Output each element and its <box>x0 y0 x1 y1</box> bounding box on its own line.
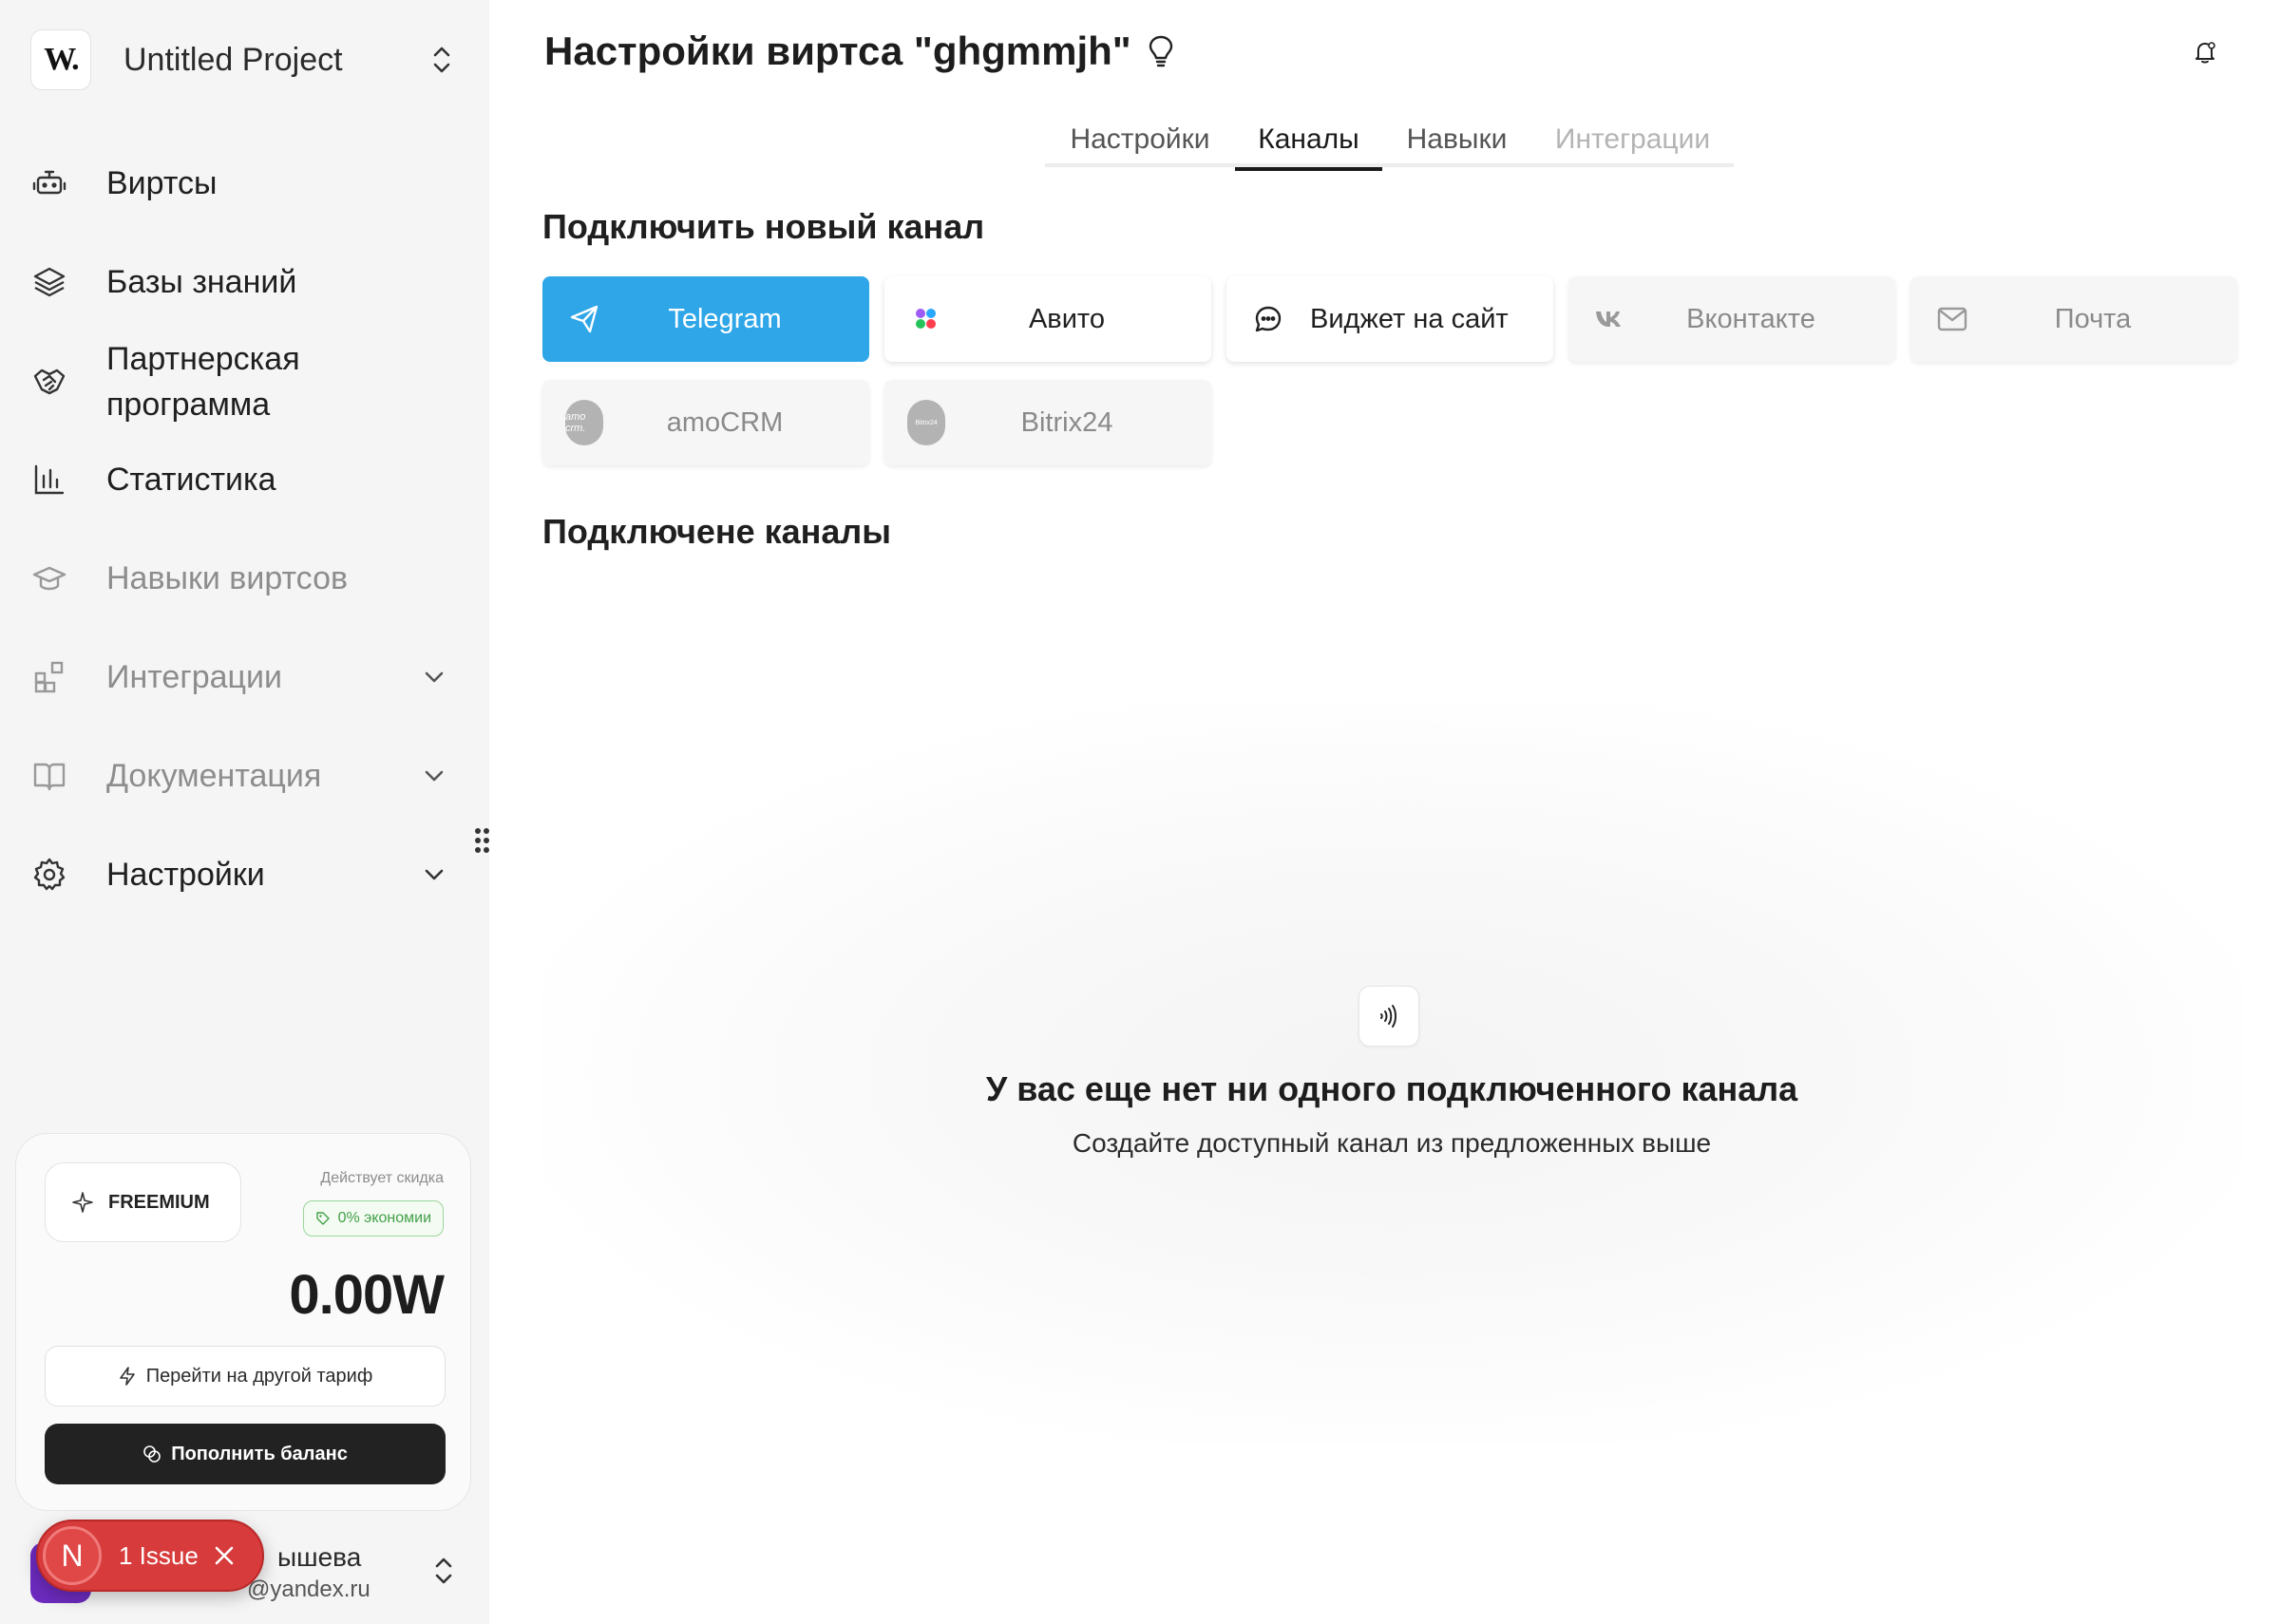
empty-state-title: У вас еще нет ни одного подключенного ка… <box>985 1069 1798 1108</box>
project-switcher[interactable]: W. Untitled Project <box>30 28 456 91</box>
sidebar: W. Untitled Project Виртсы Базы знаний П… <box>0 0 489 1624</box>
empty-state-subtitle: Создайте доступный канал из предложенных… <box>1072 1128 1712 1158</box>
bitrix24-icon: Bitrix24 <box>907 400 945 445</box>
channel-telegram[interactable]: Telegram <box>542 276 869 362</box>
signal-waves-icon <box>1358 986 1419 1047</box>
channel-vkontakte[interactable]: Вконтакте <box>1568 276 1895 362</box>
channel-amocrm[interactable]: amo crm. amoCRM <box>542 380 869 465</box>
chevron-updown-icon <box>435 1558 452 1584</box>
connect-channel-heading: Подключить новый канал <box>542 207 985 246</box>
tab-channels[interactable]: Каналы <box>1235 112 1382 171</box>
plan-name: FREEMIUM <box>108 1191 210 1213</box>
graduation-cap-icon <box>30 559 68 597</box>
sidebar-item-knowledge-bases[interactable]: Базы знаний <box>30 258 458 306</box>
sidebar-item-label: Интеграции <box>106 659 282 695</box>
sidebar-item-settings[interactable]: Настройки <box>30 851 458 898</box>
book-icon <box>30 757 68 795</box>
channel-avito[interactable]: Авито <box>884 276 1211 362</box>
notification-bell-icon[interactable] <box>2193 40 2217 65</box>
amocrm-icon: amo crm. <box>565 400 603 445</box>
switch-plan-button[interactable]: Перейти на другой тариф <box>45 1346 446 1407</box>
sidebar-item-label: Виртсы <box>106 165 218 201</box>
sidebar-item-partner-program[interactable]: Партнерская программа <box>30 334 458 429</box>
gear-icon <box>30 856 68 894</box>
plan-badge: FREEMIUM <box>45 1162 241 1242</box>
discount-badge: 0% экономии <box>302 1200 444 1237</box>
avito-icon <box>907 300 945 338</box>
telegram-icon <box>565 300 603 338</box>
chat-bubble-icon <box>1249 300 1287 338</box>
user-name: ышева <box>277 1542 362 1572</box>
chevron-down-icon[interactable] <box>420 663 448 691</box>
bar-chart-icon <box>30 461 68 499</box>
chevron-updown-icon <box>433 47 450 73</box>
channel-site-widget[interactable]: Виджет на сайт <box>1226 276 1553 362</box>
issues-badge[interactable]: N 1 Issue <box>36 1520 264 1592</box>
blocks-icon <box>30 658 68 696</box>
issue-count: 1 Issue <box>119 1540 199 1570</box>
mail-icon <box>1933 300 1971 338</box>
sidebar-item-label: Настройки <box>106 857 265 893</box>
tab-integrations[interactable]: Интеграции <box>1531 112 1734 167</box>
sparkle-icon <box>72 1192 93 1213</box>
sidebar-item-statistics[interactable]: Статистика <box>30 456 458 503</box>
tag-icon <box>315 1212 330 1225</box>
robot-icon <box>30 164 68 202</box>
channel-mail[interactable]: Почта <box>1910 276 2237 362</box>
app-logo: W. <box>30 29 91 90</box>
tab-skills[interactable]: Навыки <box>1382 112 1531 167</box>
plan-card: FREEMIUM Действует скидка 0% экономии 0.… <box>15 1133 471 1511</box>
sidebar-item-integrations[interactable]: Интеграции <box>30 653 458 701</box>
layers-icon <box>30 263 68 301</box>
chevron-down-icon[interactable] <box>420 860 448 889</box>
connected-channels-heading: Подключене каналы <box>542 512 892 551</box>
issue-logo: N <box>43 1526 102 1585</box>
top-up-balance-button[interactable]: Пополнить баланс <box>45 1424 446 1484</box>
lightbulb-icon[interactable] <box>1149 35 1173 67</box>
discount-label: Действует скидка <box>320 1170 444 1186</box>
sidebar-item-label: Партнерская программа <box>106 341 300 423</box>
settings-tabs: Настройки Каналы Навыки Интеграции <box>1045 112 1734 171</box>
sidebar-item-label: Документация <box>106 758 322 794</box>
vk-icon <box>1591 300 1629 338</box>
sidebar-item-label: Базы знаний <box>106 264 297 300</box>
lightning-icon <box>119 1367 135 1386</box>
sidebar-item-virts[interactable]: Виртсы <box>30 160 458 207</box>
tab-settings[interactable]: Настройки <box>1045 112 1235 167</box>
page-title: Настройки виртса "ghgmmjh" <box>544 28 1173 74</box>
project-name: Untitled Project <box>124 41 343 78</box>
sidebar-item-label: Статистика <box>106 462 276 498</box>
coins-icon <box>143 1445 161 1463</box>
channel-bitrix24[interactable]: Bitrix24 Bitrix24 <box>884 380 1211 465</box>
balance-value: 0.00W <box>289 1264 445 1326</box>
close-icon[interactable] <box>212 1543 237 1568</box>
sidebar-item-label: Навыки виртсов <box>106 560 349 596</box>
user-email: @yandex.ru <box>247 1577 370 1602</box>
handshake-icon <box>30 363 68 401</box>
sidebar-item-virt-skills[interactable]: Навыки виртсов <box>30 555 458 602</box>
sidebar-item-documentation[interactable]: Документация <box>30 752 458 800</box>
resize-handle-icon[interactable] <box>473 826 492 855</box>
chevron-down-icon[interactable] <box>420 762 448 790</box>
